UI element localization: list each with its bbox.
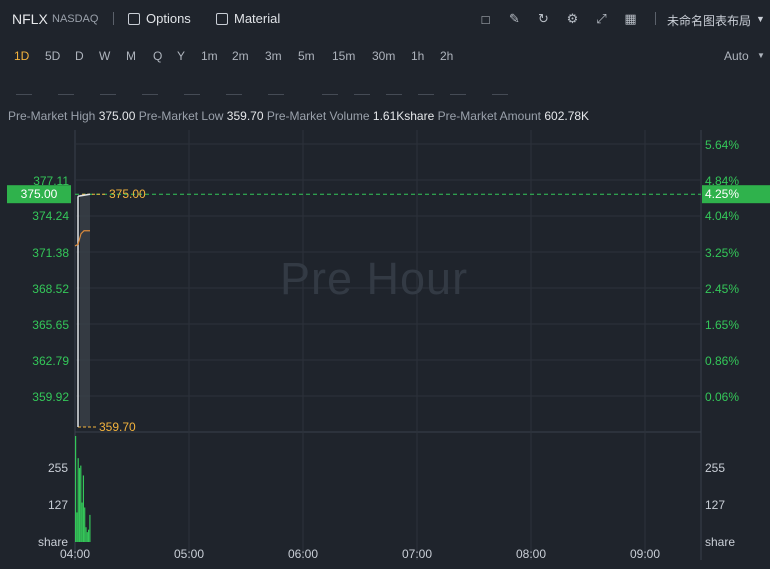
price-tick-label: 374.24 <box>32 209 69 223</box>
volume-bar <box>77 458 79 542</box>
volume-unit-label: share <box>705 535 735 549</box>
price-tick-label: 362.79 <box>32 354 69 368</box>
volume-bar <box>81 502 83 542</box>
volume-bar <box>88 529 90 542</box>
price-tick-label: 365.65 <box>32 318 69 332</box>
volume-tick-label: 255 <box>48 461 68 475</box>
time-tick-label: 07:00 <box>402 547 432 561</box>
high-marker-label: 375.00 <box>109 187 146 201</box>
current-percent-value: 4.25% <box>705 187 739 201</box>
volume-bar <box>78 468 81 542</box>
volume-tick-label: 127 <box>705 498 725 512</box>
current-price-value: 375.00 <box>21 187 58 201</box>
percent-tick-label: 0.06% <box>705 390 739 404</box>
volume-bar <box>86 532 88 542</box>
volume-bar <box>82 475 84 542</box>
volume-bar <box>80 465 82 542</box>
time-tick-label: 08:00 <box>516 547 546 561</box>
price-range-shade <box>80 194 90 427</box>
volume-bar <box>76 512 78 542</box>
percent-tick-label: 0.86% <box>705 354 739 368</box>
price-tick-label: 371.38 <box>32 246 69 260</box>
percent-tick-label: 2.45% <box>705 282 739 296</box>
time-tick-label: 05:00 <box>174 547 204 561</box>
percent-tick-label: 5.64% <box>705 138 739 152</box>
volume-bar <box>85 527 87 542</box>
volume-bar <box>75 436 77 542</box>
volume-bar <box>89 514 91 542</box>
percent-tick-label: 3.25% <box>705 246 739 260</box>
price-tick-label: 368.52 <box>32 282 69 296</box>
percent-tick-label: 1.65% <box>705 318 739 332</box>
time-tick-label: 09:00 <box>630 547 660 561</box>
percent-tick-label: 4.04% <box>705 209 739 223</box>
low-marker-label: 359.70 <box>99 420 136 434</box>
time-tick-label: 04:00 <box>60 547 90 561</box>
volume-tick-label: 127 <box>48 498 68 512</box>
volume-tick-label: 255 <box>705 461 725 475</box>
volume-bar <box>84 507 86 542</box>
time-tick-label: 06:00 <box>288 547 318 561</box>
watermark-text: Pre Hour <box>280 253 469 304</box>
price-tick-label: 359.92 <box>32 390 69 404</box>
